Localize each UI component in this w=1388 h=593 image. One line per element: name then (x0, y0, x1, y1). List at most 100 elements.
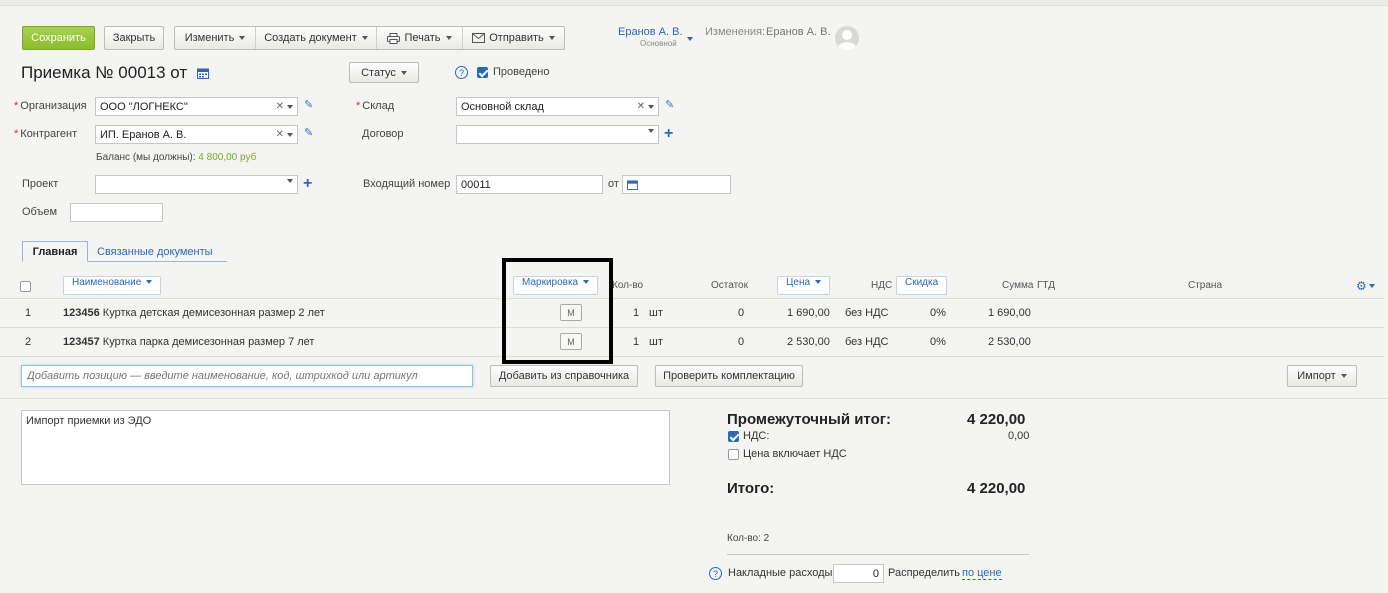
incoming-number-input[interactable]: 00011 (456, 175, 603, 194)
posted-checkbox[interactable] (477, 67, 488, 78)
contractor-label-text: Контрагент (20, 128, 78, 140)
col-price-button[interactable]: Цена (777, 276, 831, 295)
help-icon[interactable]: ? (709, 567, 722, 580)
row-name-text: Куртка детская демисезонная размер 2 лет (102, 307, 325, 319)
help-icon[interactable]: ? (455, 66, 468, 79)
org-value: ООО "ЛОГНЕКС" (100, 100, 188, 113)
col-name-label: Наименование (72, 277, 142, 288)
row-name-text: Куртка парка демисезонная размер 7 лет (102, 336, 315, 348)
col-discount[interactable]: Скидка (896, 276, 948, 295)
price-includes-vat-checkbox[interactable] (728, 449, 739, 460)
row-discount[interactable]: 0% (930, 336, 946, 348)
row-name[interactable]: 123456 Куртка детская демисезонная разме… (63, 307, 325, 319)
row-name[interactable]: 123457 Куртка парка демисезонная размер … (63, 336, 314, 348)
doc-number: 00013 (118, 63, 166, 82)
contract-select[interactable] (456, 125, 659, 144)
warehouse-select[interactable]: Основной склад ✕ (456, 97, 659, 116)
col-sum: Сумма (1002, 280, 1034, 291)
vat-checkbox[interactable] (728, 431, 739, 442)
warehouse-label-text: Склад (362, 100, 395, 112)
top-strip (0, 0, 1388, 6)
balance: Баланс (мы должны): 4 800,00 руб (96, 152, 256, 163)
user-name[interactable]: Еранов А. В. (618, 26, 683, 38)
row-vat[interactable]: без НДС (845, 336, 889, 348)
chevron-down-icon[interactable] (287, 132, 293, 137)
row-unit: шт (649, 307, 663, 319)
page-title: Приемка № 00013 от (21, 63, 187, 83)
overhead-input[interactable]: 0 (833, 564, 884, 583)
row-stock: 0 (738, 336, 745, 348)
action-button-group: Изменить Создать документ Печать Отправи… (174, 26, 565, 50)
print-button[interactable]: Печать (377, 27, 463, 49)
project-select[interactable] (95, 175, 298, 194)
tab-main[interactable]: Главная (22, 241, 88, 262)
close-button[interactable]: Закрыть (104, 26, 164, 50)
chevron-down-icon[interactable] (648, 104, 654, 109)
overhead-label: Накладные расходы (728, 567, 833, 579)
table-settings-gear-icon[interactable]: ⚙ (1356, 276, 1375, 295)
check-completeness-button[interactable]: Проверить комплектацию (655, 365, 803, 387)
subtotal-label: Промежуточный итог: (727, 411, 891, 428)
incoming-number-value: 00011 (461, 178, 491, 191)
table-row[interactable]: 2 123457 Куртка парка демисезонная разме… (0, 327, 1384, 356)
table-row[interactable]: 1 123456 Куртка детская демисезонная раз… (0, 298, 1384, 327)
clear-icon[interactable]: ✕ (637, 101, 645, 112)
user-chevron-down-icon[interactable] (687, 37, 693, 41)
posted-label: Проведено (493, 66, 550, 78)
contractor-select[interactable]: ИП. Еранов А. В. ✕ (95, 125, 298, 144)
tab-related-documents[interactable]: Связанные документы (97, 246, 213, 258)
clear-icon[interactable]: ✕ (276, 101, 284, 112)
row-price[interactable]: 1 690,00 (787, 307, 830, 319)
edit-pencil-icon[interactable]: ✎ (304, 100, 314, 111)
chevron-down-icon (239, 36, 246, 40)
edit-pencil-icon[interactable]: ✎ (304, 128, 314, 139)
status-button[interactable]: Статус (349, 62, 419, 83)
org-select[interactable]: ООО "ЛОГНЕКС" ✕ (95, 97, 298, 116)
vat-value: 0,00 (1008, 430, 1030, 442)
row-vat[interactable]: без НДС (845, 307, 889, 319)
calendar-icon[interactable] (197, 68, 209, 79)
chevron-down-icon[interactable] (648, 129, 654, 133)
row-discount[interactable]: 0% (930, 307, 946, 319)
add-contract-icon[interactable]: + (664, 126, 673, 142)
table-bottom-divider (0, 356, 1384, 357)
chevron-down-icon[interactable] (287, 179, 293, 183)
chevron-down-icon (445, 36, 452, 40)
contract-label: Договор (362, 128, 404, 140)
edit-button[interactable]: Изменить (175, 27, 256, 49)
incoming-date-input[interactable] (622, 175, 731, 194)
chevron-down-icon (146, 280, 153, 285)
comment-textarea[interactable]: Импорт приемки из ЭДО (21, 410, 670, 485)
chevron-down-icon[interactable] (287, 104, 293, 109)
row-sum: 1 690,00 (988, 307, 1031, 319)
items-count: Кол-во: 2 (727, 533, 770, 544)
add-position-input[interactable] (21, 365, 473, 387)
row-qty[interactable]: 1 (633, 336, 639, 348)
col-qty: Кол-во (612, 280, 644, 291)
vat-label: НДС: (743, 430, 770, 442)
distribute-by-price-link[interactable]: по цене (962, 567, 1002, 580)
row-number: 1 (25, 307, 32, 319)
row-number: 2 (25, 336, 32, 348)
add-project-icon[interactable]: + (303, 176, 312, 192)
edit-pencil-icon[interactable]: ✎ (665, 100, 675, 111)
col-price-label: Цена (786, 277, 811, 288)
col-name-button[interactable]: Наименование (63, 276, 162, 295)
create-document-button[interactable]: Создать документ (256, 27, 377, 49)
col-name[interactable]: Наименование (63, 276, 162, 295)
volume-input[interactable] (70, 203, 163, 222)
send-button[interactable]: Отправить (463, 27, 564, 49)
col-vat: НДС (871, 280, 893, 291)
select-all-checkbox[interactable] (20, 281, 31, 292)
row-price[interactable]: 2 530,00 (787, 336, 830, 348)
col-discount-button[interactable]: Скидка (896, 276, 948, 295)
save-button[interactable]: Сохранить (22, 26, 95, 50)
calendar-icon[interactable] (627, 179, 638, 190)
project-label: Проект (22, 178, 59, 190)
import-button[interactable]: Импорт (1287, 365, 1357, 387)
add-from-catalog-button[interactable]: Добавить из справочника (490, 365, 638, 387)
clear-icon[interactable]: ✕ (276, 129, 284, 140)
row-qty[interactable]: 1 (633, 307, 639, 319)
col-price[interactable]: Цена (777, 276, 831, 295)
incoming-from-label: от (608, 178, 619, 190)
